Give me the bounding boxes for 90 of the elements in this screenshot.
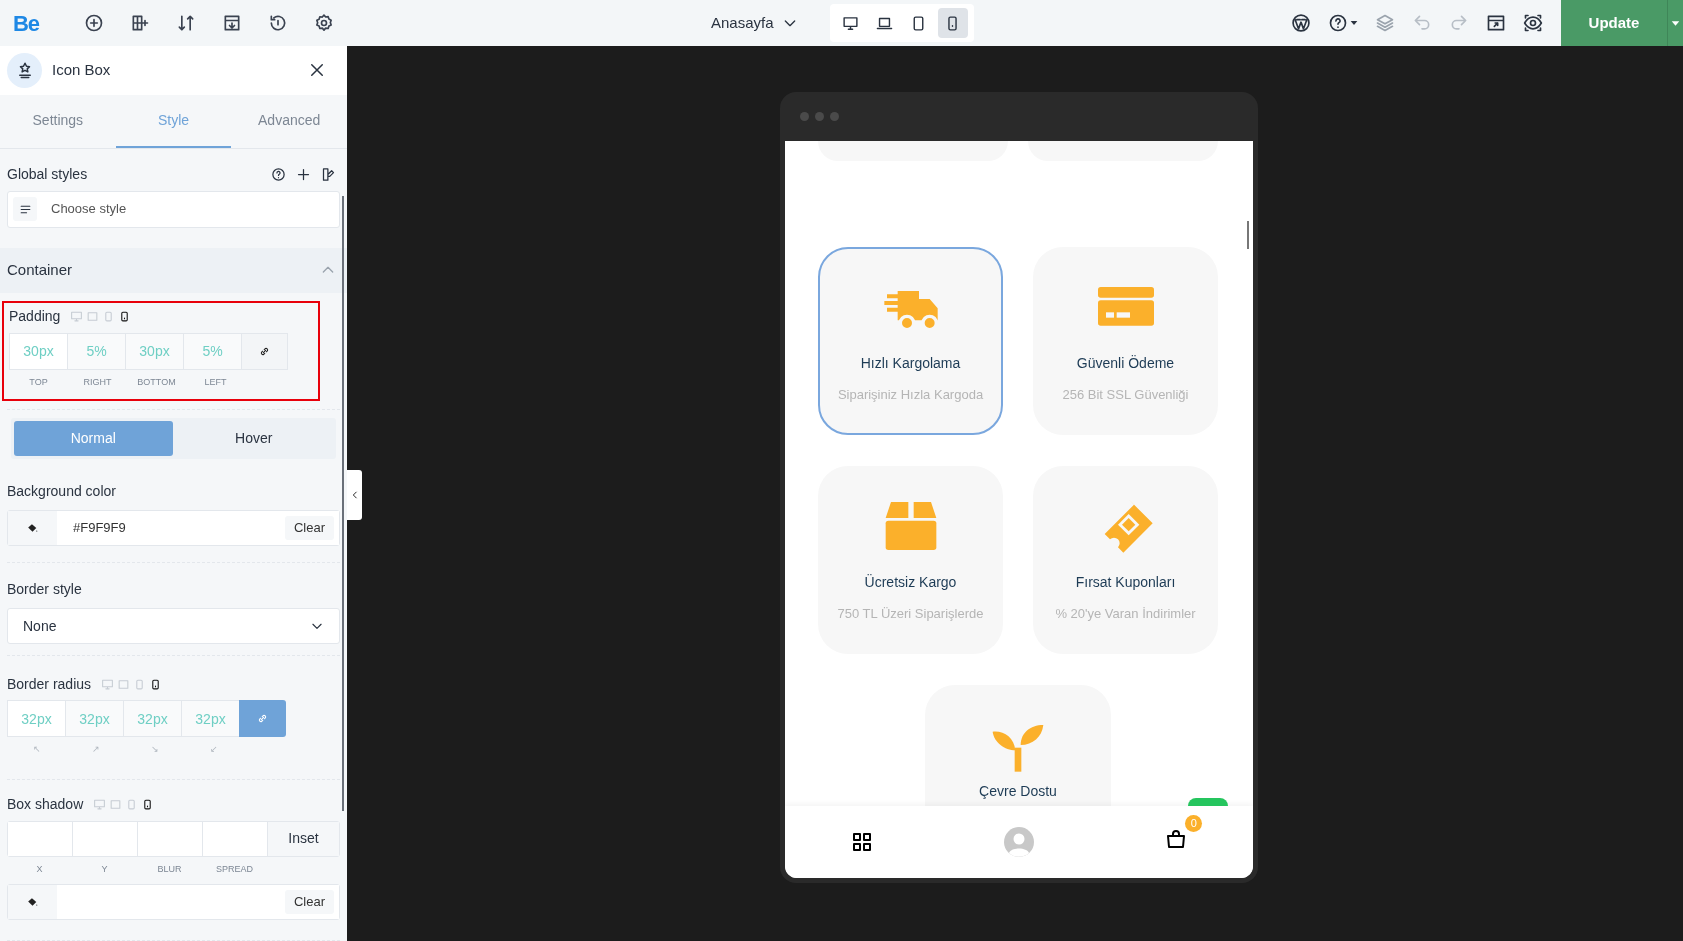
preview-window-icon xyxy=(1486,13,1506,33)
side-label: ↖ xyxy=(31,743,42,756)
placeholder-text: Choose style xyxy=(51,200,127,219)
card-title: Güvenli Ödeme xyxy=(1076,354,1175,373)
card-subtitle: Siparişiniz Hızla Kargoda xyxy=(837,386,984,404)
desktop-icon[interactable] xyxy=(93,798,107,811)
side-label: LEFT xyxy=(203,375,228,389)
card-subtitle: 750 TL Üzeri Siparişlerde xyxy=(837,605,984,623)
shadow-input[interactable] xyxy=(73,821,138,856)
wordpress-icon xyxy=(1291,13,1311,33)
help-button[interactable] xyxy=(1328,13,1358,33)
desktop-icon xyxy=(842,14,860,32)
shadow-input[interactable] xyxy=(203,821,268,856)
cart-count-badge: 0 xyxy=(1185,814,1203,832)
wordpress-button[interactable] xyxy=(1291,13,1311,33)
scrollbar-thumb[interactable] xyxy=(342,196,344,811)
help-icon xyxy=(1328,13,1348,33)
field-label: Border radius xyxy=(7,674,92,694)
icon-box-card[interactable]: Güvenli Ödeme 256 Bit SSL Güvenliği xyxy=(1033,247,1218,435)
side-label: Y xyxy=(100,862,109,876)
add-icon xyxy=(84,13,104,33)
add-icon[interactable] xyxy=(296,167,311,182)
device-button[interactable] xyxy=(937,8,968,38)
laptop-icon[interactable] xyxy=(109,798,123,811)
link-icon xyxy=(256,712,269,725)
section-header[interactable]: Container xyxy=(0,247,347,293)
field-label: Border style xyxy=(7,580,83,599)
caret-icon xyxy=(1671,18,1680,28)
layers-button[interactable] xyxy=(1375,13,1395,33)
side-label: ↙ xyxy=(208,743,219,756)
card-title: Çevre Dostu xyxy=(979,782,1057,801)
collapse-panel-button[interactable] xyxy=(347,470,362,520)
link-values-button[interactable] xyxy=(239,700,286,737)
shadow-input[interactable] xyxy=(138,821,203,856)
border-style-select[interactable]: None xyxy=(7,608,340,644)
icon-box-card[interactable]: Çevre Dostu xyxy=(925,685,1111,806)
desktop-icon[interactable] xyxy=(101,677,115,691)
side-label: X xyxy=(35,862,44,876)
state-tab[interactable]: Hover xyxy=(174,421,333,456)
side-label: ↘ xyxy=(149,743,160,756)
panel-title: Icon Box xyxy=(52,60,111,81)
layout-icon xyxy=(130,13,150,33)
template-icon xyxy=(222,13,242,33)
settings-button[interactable] xyxy=(313,12,335,34)
card-title: Hızlı Kargolama xyxy=(860,354,961,373)
eye-icon xyxy=(1523,13,1543,33)
side-label: RIGHT xyxy=(82,375,113,389)
account-button[interactable] xyxy=(1003,826,1035,858)
caret-icon xyxy=(1350,19,1358,27)
page-selector[interactable]: Anasayfa xyxy=(711,11,798,35)
laptop-icon[interactable] xyxy=(117,677,131,691)
field-label: Background color xyxy=(7,482,117,501)
redo-button[interactable] xyxy=(1449,13,1469,33)
chat-button[interactable] xyxy=(1188,798,1228,806)
card-title: Fırsat Kuponları xyxy=(1075,573,1176,592)
side-label: ↗ xyxy=(90,743,101,756)
side-label: SPREAD xyxy=(215,862,254,876)
laptop-icon[interactable] xyxy=(86,310,100,323)
panel-tab[interactable]: Advanced xyxy=(231,94,347,148)
side-label: BLUR xyxy=(156,862,183,876)
history-icon xyxy=(268,13,288,33)
help-icon[interactable] xyxy=(271,167,286,182)
scrollbar-thumb[interactable] xyxy=(1247,221,1249,249)
card-title: Ücretsiz Kargo xyxy=(864,573,957,592)
layers-icon xyxy=(1375,13,1395,33)
card-subtitle: % 20'ye Varan İndirimler xyxy=(1055,605,1196,623)
window-dots-icon xyxy=(800,112,839,121)
settings-icon xyxy=(314,13,334,33)
card-subtitle: 256 Bit SSL Güvenliği xyxy=(1062,386,1189,404)
undo-button[interactable] xyxy=(1412,13,1432,33)
eye-button[interactable] xyxy=(1523,13,1543,33)
link-values-button[interactable] xyxy=(241,332,288,370)
side-label: TOP xyxy=(28,375,49,389)
preview-window-button[interactable] xyxy=(1486,13,1506,33)
redo-icon xyxy=(1449,13,1469,33)
sort-icon xyxy=(176,13,196,33)
undo-icon xyxy=(1412,13,1432,33)
style-edit-icon[interactable] xyxy=(321,167,336,182)
avatar-icon xyxy=(1003,826,1035,858)
desktop-icon[interactable] xyxy=(70,310,84,323)
style-select[interactable]: Choose style xyxy=(7,190,340,228)
icon-box-card[interactable]: Hızlı Kargolama Siparişiniz Hızla Kargoda xyxy=(818,247,1003,435)
shadow-input[interactable] xyxy=(8,821,73,856)
field-label: Box shadow xyxy=(7,795,84,814)
field-label: Global styles xyxy=(7,165,88,184)
icon-box-card[interactable]: Fırsat Kuponları % 20'ye Varan İndirimler xyxy=(1033,466,1218,654)
add-button[interactable] xyxy=(83,12,105,34)
side-label: BOTTOM xyxy=(136,375,177,389)
field-label: Padding xyxy=(9,307,61,326)
icon-box-card[interactable]: Ücretsiz Kargo 750 TL Üzeri Siparişlerde xyxy=(818,466,1003,654)
